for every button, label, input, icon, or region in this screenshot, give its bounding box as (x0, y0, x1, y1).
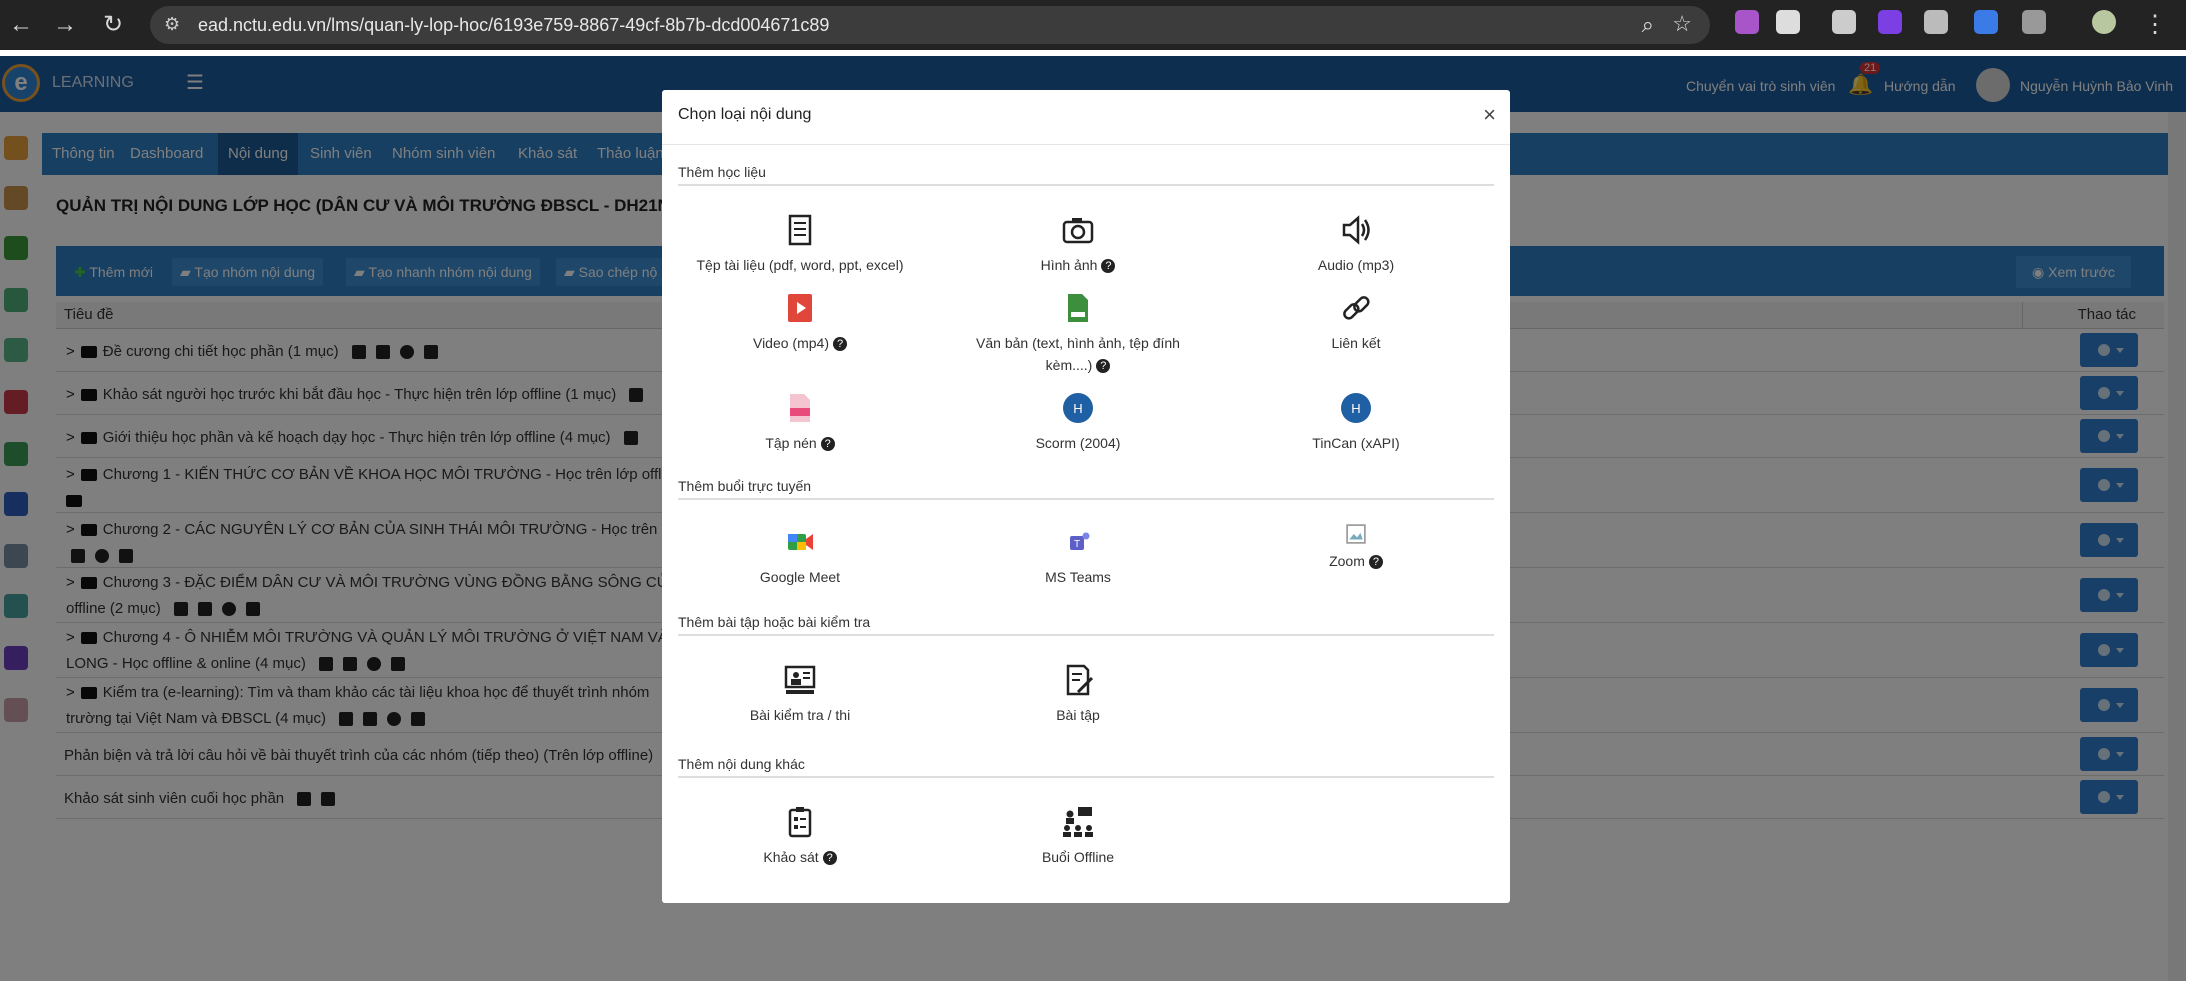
svg-text:H: H (1351, 401, 1360, 416)
svg-text:H: H (1073, 401, 1082, 416)
tincan-label: TinCan (xAPI) (1312, 435, 1400, 451)
text-label: Văn bản (text, hình ảnh, tệp đính kèm....… (976, 335, 1180, 374)
meet-label: Google Meet (759, 569, 841, 585)
add-audio-option[interactable]: Audio (mp3) (1218, 212, 1494, 276)
add-compressed-option[interactable]: Tập nén? (662, 390, 938, 454)
content-type-modal: Chọn loại nội dung × Thêm học liệu Tệp t… (662, 90, 1510, 903)
extension-icon[interactable] (1776, 10, 1800, 34)
help-icon[interactable]: ? (1368, 555, 1383, 570)
help-icon[interactable]: ? (822, 851, 837, 866)
html-file-icon (1068, 294, 1088, 322)
extension-icon[interactable] (1878, 10, 1902, 34)
link-icon (1343, 296, 1370, 320)
add-text-option[interactable]: Văn bản (text, hình ảnh, tệp đính kèm....… (940, 290, 1216, 376)
modal-divider (662, 144, 1510, 145)
back-icon[interactable]: ← (8, 12, 34, 38)
link-label: Liên kết (1331, 335, 1381, 351)
reload-icon[interactable]: ↻ (100, 12, 126, 38)
forward-icon[interactable]: → (52, 12, 78, 38)
help-icon[interactable]: ? (1101, 259, 1116, 274)
add-link-option[interactable]: Liên kết (1218, 290, 1494, 354)
exercise-label: Bài tập (1056, 707, 1100, 723)
add-image-option[interactable]: Hình ảnh? (940, 212, 1216, 276)
bookmark-star-icon[interactable]: ☆ (1672, 11, 1692, 37)
add-video-option[interactable]: Video (mp4)? (662, 290, 938, 354)
classroom-icon (1063, 807, 1093, 837)
extension-icon[interactable] (1924, 10, 1948, 34)
google-meet-icon (788, 534, 813, 550)
video-label: Video (mp4)? (662, 332, 938, 354)
scorm-label: Scorm (2004) (1035, 435, 1121, 451)
file-label: Tệp tài liệu (pdf, word, ppt, excel) (696, 257, 904, 273)
document-icon (788, 214, 812, 246)
camera-icon (1062, 218, 1094, 244)
help-icon[interactable]: ? (1096, 359, 1111, 374)
site-settings-icon[interactable]: ⚙ (164, 14, 180, 35)
exam-icon (784, 665, 816, 694)
add-offline-option[interactable]: Buổi Offline (940, 804, 1216, 868)
help-icon[interactable]: ? (820, 437, 835, 452)
profile-avatar[interactable] (2092, 10, 2116, 34)
extension-icon[interactable] (1735, 10, 1759, 34)
address-bar[interactable]: ⚙ ead.nctu.edu.vn/lms/quan-ly-lop-hoc/61… (150, 6, 1710, 44)
svg-text:T: T (1074, 539, 1080, 550)
compressed-file-icon (790, 394, 810, 422)
menu-kebab-icon[interactable]: ⋮ (2142, 12, 2168, 38)
tincan-icon: H (1341, 393, 1371, 423)
add-google-meet-option[interactable]: Google Meet (662, 524, 938, 588)
teams-label: MS Teams (1045, 569, 1111, 585)
video-icon (788, 294, 812, 322)
compressed-label: Tập nén? (662, 432, 938, 454)
ms-teams-icon: T (1070, 532, 1090, 550)
add-ms-teams-option[interactable]: T MS Teams (940, 524, 1216, 588)
add-survey-option[interactable]: Khảo sát? (662, 804, 938, 868)
section-materials: Thêm học liệu (678, 164, 1494, 186)
browser-toolbar: ← → ↻ ⚙ ead.nctu.edu.vn/lms/quan-ly-lop-… (0, 0, 2186, 50)
section-other: Thêm nội dung khác (678, 756, 1494, 778)
survey-label: Khảo sát? (662, 846, 938, 868)
help-icon[interactable]: ? (833, 337, 847, 352)
clipboard-icon (788, 807, 812, 838)
camera-icon[interactable] (1832, 10, 1856, 34)
section-online: Thêm buổi trực tuyến (678, 478, 1494, 500)
image-label: Hình ảnh? (940, 254, 1216, 276)
zoom-label: Zoom? (1218, 550, 1494, 572)
add-exam-option[interactable]: Bài kiểm tra / thi (662, 662, 938, 726)
speaker-icon (1342, 215, 1370, 245)
exercise-icon (1066, 664, 1094, 696)
url-text: ead.nctu.edu.vn/lms/quan-ly-lop-hoc/6193… (198, 15, 830, 35)
add-scorm-option[interactable]: H Scorm (2004) (940, 390, 1216, 454)
offline-label: Buổi Offline (1041, 849, 1115, 865)
section-tests: Thêm bài tập hoặc bài kiểm tra (678, 614, 1494, 636)
add-exercise-option[interactable]: Bài tập (940, 662, 1216, 726)
add-file-option[interactable]: Tệp tài liệu (pdf, word, ppt, excel) (662, 212, 938, 276)
exam-label: Bài kiểm tra / thi (749, 707, 851, 723)
audio-label: Audio (mp3) (1317, 257, 1395, 273)
zoom-icon[interactable]: ⌕ (1642, 12, 1654, 38)
add-zoom-option[interactable]: Zoom? (1218, 524, 1494, 572)
extensions-puzzle-icon[interactable] (2022, 10, 2046, 34)
translate-icon[interactable] (1974, 10, 1998, 34)
close-icon[interactable]: × (1483, 102, 1496, 128)
broken-image-icon (1346, 524, 1366, 544)
scorm-icon: H (1063, 393, 1093, 423)
modal-title: Chọn loại nội dung (678, 106, 812, 123)
add-tincan-option[interactable]: H TinCan (xAPI) (1218, 390, 1494, 454)
